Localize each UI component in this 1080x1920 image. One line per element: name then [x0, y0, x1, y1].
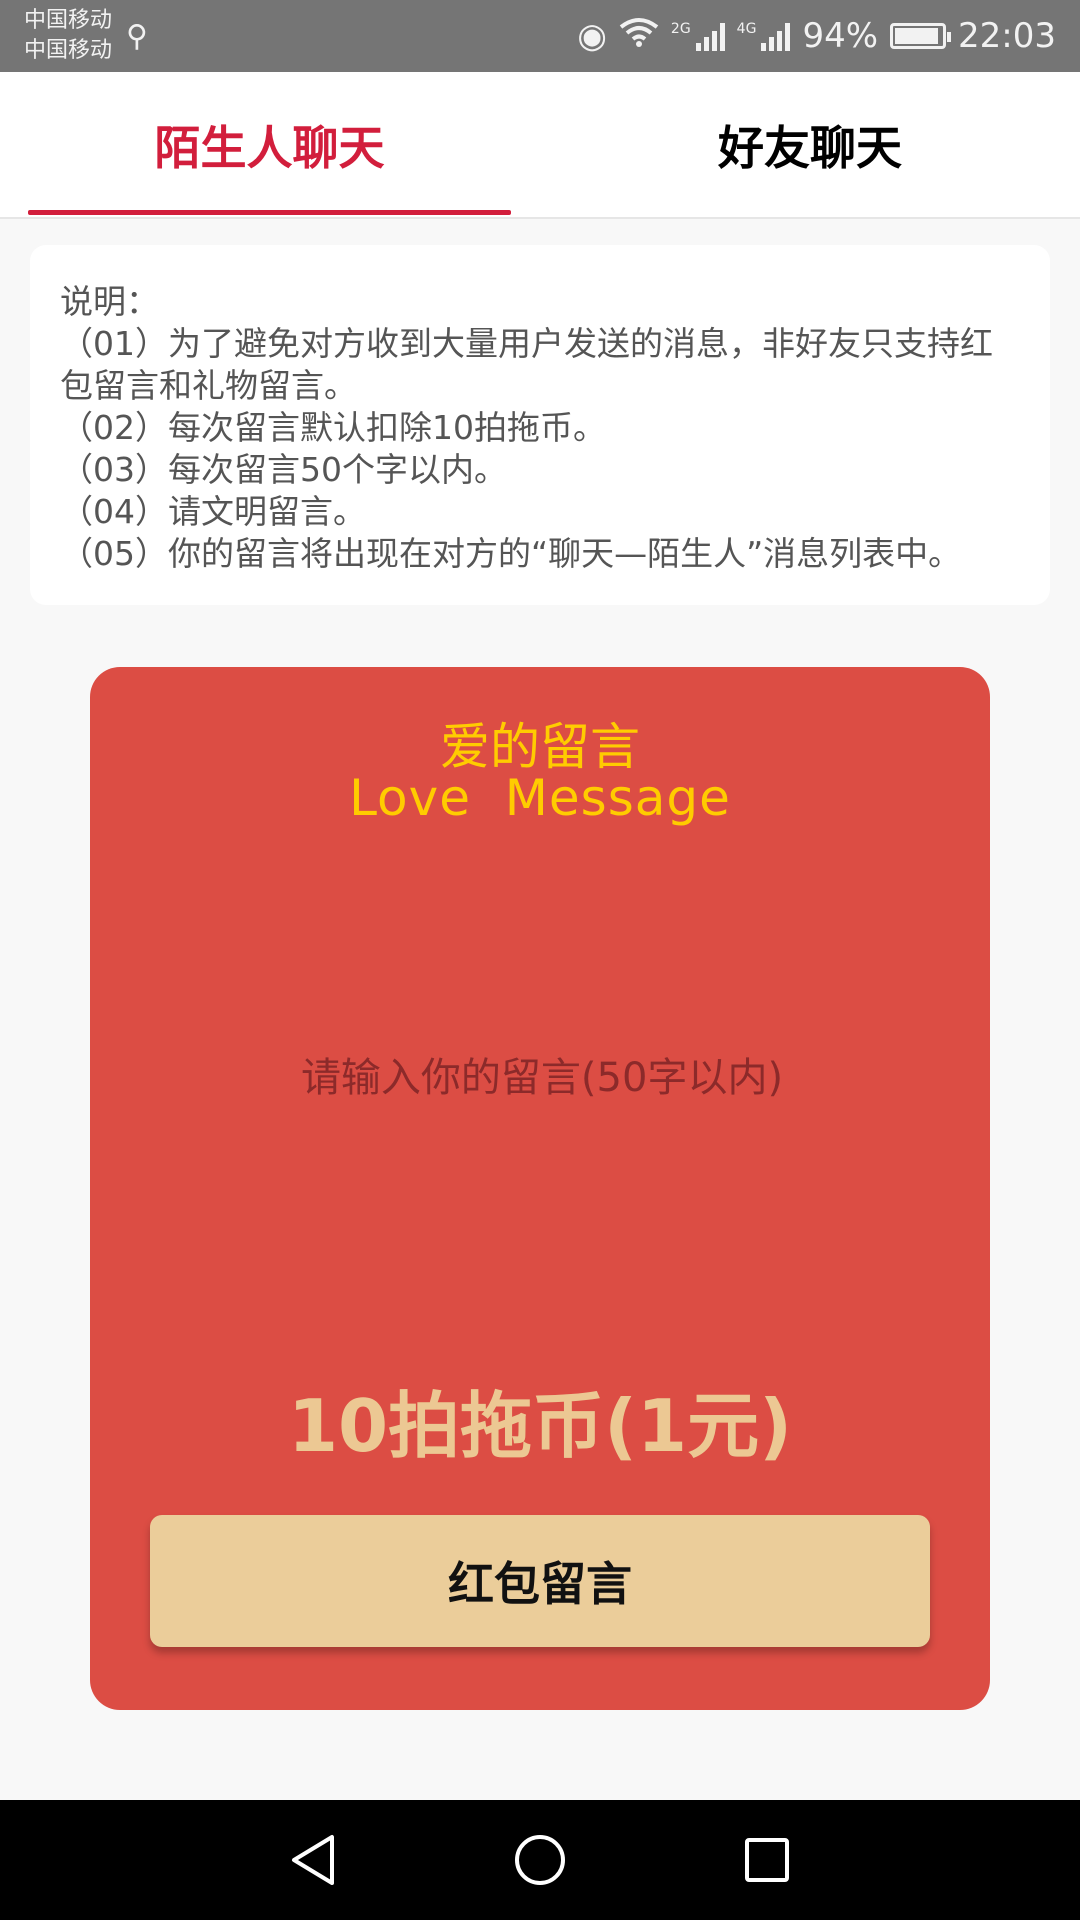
notice-panel: 说明： （01）为了避免对方收到大量用户发送的消息，非好友只支持红包留言和礼物留… — [30, 245, 1050, 605]
carrier-1: 中国移动 — [24, 8, 113, 33]
notice-line-1: （01）为了避免对方收到大量用户发送的消息，非好友只支持红包留言和礼物留言。 — [60, 324, 993, 405]
battery-percent: 94% — [802, 16, 879, 56]
tab-friend-chat[interactable]: 好友聊天 — [560, 72, 1060, 217]
wifi-icon — [619, 16, 659, 56]
status-icons: ◉ 2G 4G 94% 22:03 — [565, 16, 1056, 56]
carrier-2: 中国移动 — [24, 38, 113, 63]
battery-icon — [890, 23, 952, 49]
tab-bar: 陌生人聊天 好友聊天 — [0, 72, 1080, 219]
notice-line-2: （02）每次留言默认扣除10拍拖币。 — [60, 408, 606, 447]
card-title-en: Love Message — [349, 769, 731, 827]
message-input[interactable] — [150, 1037, 934, 1119]
network-2g-label: 2G — [670, 21, 691, 37]
notice-line-3: （03）每次留言50个字以内。 — [60, 450, 507, 489]
usb-icon: ⚲ — [126, 18, 148, 54]
eye-icon: ◉ — [577, 16, 607, 56]
signal-4g-icon: 4G — [737, 21, 791, 51]
notice-line-4: （04）请文明留言。 — [60, 492, 366, 531]
notice-title: 说明： — [60, 282, 159, 321]
active-tab-indicator — [28, 210, 511, 215]
carrier-info: 中国移动 中国移动 ⚲ — [24, 6, 148, 66]
network-4g-label: 4G — [736, 21, 757, 37]
signal-2g-icon: 2G — [671, 21, 725, 51]
back-triangle-icon[interactable] — [273, 1820, 353, 1900]
recents-square-icon[interactable] — [727, 1820, 807, 1900]
tab-stranger-chat[interactable]: 陌生人聊天 — [28, 72, 511, 217]
home-circle-icon[interactable] — [500, 1820, 580, 1900]
system-nav-bar — [0, 1800, 1080, 1920]
clock: 22:03 — [958, 16, 1056, 56]
status-bar: 中国移动 中国移动 ⚲ ◉ 2G 4G 94% 22:03 — [0, 0, 1080, 72]
love-message-card: 爱的留言 Love Message 10拍拖币(1元) 红包留言 — [90, 667, 990, 1710]
notice-line-5: （05）你的留言将出现在对方的“聊天—陌生人”消息列表中。 — [60, 534, 962, 573]
price-label: 10拍拖币(1元) — [287, 1384, 793, 1468]
red-envelope-message-button[interactable]: 红包留言 — [150, 1515, 930, 1647]
